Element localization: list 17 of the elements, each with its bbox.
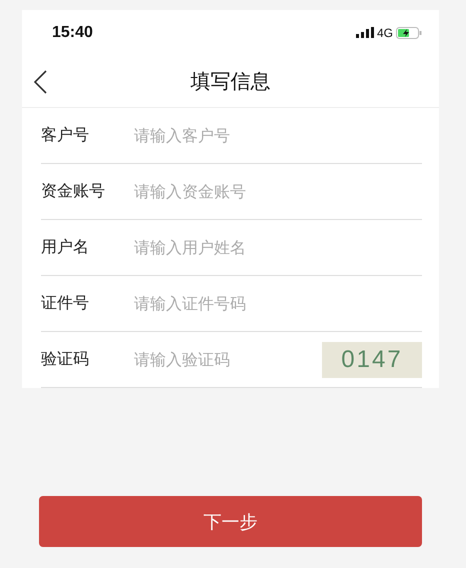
- field-label: 验证码: [41, 349, 90, 370]
- network-label: 4G: [376, 26, 393, 40]
- input-field[interactable]: 请输入验证码: [134, 350, 322, 369]
- page-title: 填写信息: [190, 68, 270, 94]
- input-field[interactable]: 请输入客户号: [134, 126, 422, 145]
- field-label: 客户号: [41, 125, 90, 146]
- input-field[interactable]: 请输入资金账号: [134, 182, 422, 201]
- battery-icon: [396, 26, 422, 38]
- input-field[interactable]: 请输入证件号码: [134, 294, 422, 313]
- next-button[interactable]: 下一步: [39, 496, 422, 547]
- input-field[interactable]: 请输入用户姓名: [134, 238, 422, 257]
- status-time: 15:40: [52, 24, 93, 42]
- signal-icon: [356, 27, 374, 38]
- field-label: 证件号: [41, 293, 90, 314]
- captcha-image[interactable]: 0147: [322, 342, 422, 378]
- field-label: 用户名: [41, 237, 90, 258]
- field-label: 资金账号: [41, 181, 106, 202]
